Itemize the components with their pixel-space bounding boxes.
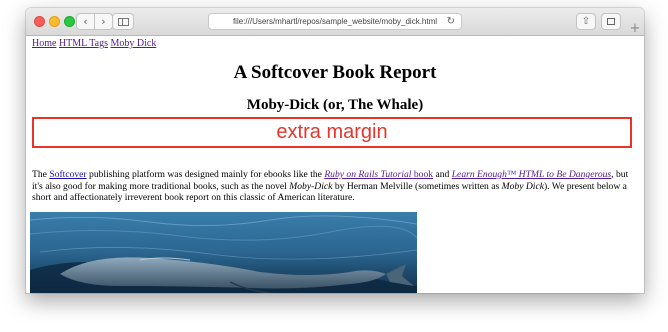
moby-dick-title: Moby-Dick xyxy=(289,180,333,192)
learn-enough-link[interactable]: Learn Enough™ HTML to Be Dangerous xyxy=(452,169,611,180)
nav-home-link[interactable]: Home xyxy=(32,38,56,49)
page-title: A Softcover Book Report xyxy=(233,62,437,83)
share-icon[interactable]: ⇧ xyxy=(576,13,596,30)
sidebar-icon[interactable] xyxy=(112,13,134,30)
nav-links: Home HTML Tags Moby Dick xyxy=(32,38,156,49)
zoom-icon[interactable] xyxy=(64,16,75,27)
forward-icon[interactable]: › xyxy=(94,13,113,30)
rails-tutorial-title: Ruby on Rails Tutorial xyxy=(324,169,412,180)
nav-moby-dick-link[interactable]: Moby Dick xyxy=(110,38,156,49)
softcover-link[interactable]: Softcover xyxy=(49,169,86,180)
learn-enough-title: Learn Enough™ HTML to Be Dangerous xyxy=(451,169,612,180)
moby-dick-title-alt: Moby Dick xyxy=(501,180,544,192)
whale-image xyxy=(30,212,417,293)
close-icon[interactable] xyxy=(34,16,45,27)
rails-tutorial-book: book xyxy=(411,169,434,180)
back-icon[interactable]: ‹ xyxy=(76,13,95,30)
browser-window: ‹ › file:///Users/mhartl/repos/sample_we… xyxy=(26,8,644,293)
whale-illustration xyxy=(30,212,417,293)
address-bar[interactable]: file:///Users/mhartl/repos/sample_websit… xyxy=(208,13,462,30)
para-text-5: by Herman Melville (sometimes written as xyxy=(332,180,502,192)
intro-paragraph: The Softcover publishing platform was de… xyxy=(32,169,637,204)
para-text-2: publishing platform was designed mainly … xyxy=(86,169,325,180)
page-subtitle: Moby-Dick (or, The Whale) xyxy=(246,97,424,113)
minimize-icon[interactable] xyxy=(49,16,60,27)
extra-margin-box: extra margin xyxy=(32,117,632,148)
new-tab-icon[interactable]: + xyxy=(626,21,644,36)
reload-icon[interactable]: ↻ xyxy=(447,16,455,27)
nav-html-tags-link[interactable]: HTML Tags xyxy=(59,38,108,49)
para-text-1: The xyxy=(32,169,50,180)
rails-tutorial-link[interactable]: Ruby on Rails Tutorial book xyxy=(324,169,433,180)
para-text-3: and xyxy=(433,169,452,180)
url-text: file:///Users/mhartl/repos/sample_websit… xyxy=(232,17,438,26)
page-content: Home HTML Tags Moby Dick A Softcover Boo… xyxy=(26,36,644,293)
tabs-icon[interactable] xyxy=(601,13,621,30)
title-bar: ‹ › file:///Users/mhartl/repos/sample_we… xyxy=(26,8,644,36)
extra-margin-text: extra margin xyxy=(276,121,388,143)
